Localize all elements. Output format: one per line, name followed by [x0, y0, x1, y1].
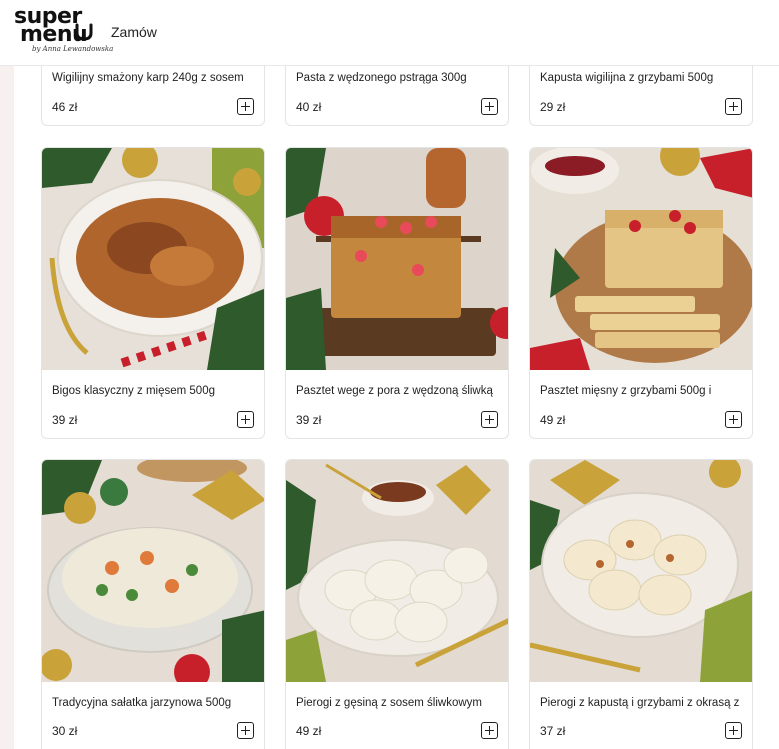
add-to-cart-button[interactable] — [481, 411, 498, 428]
product-price: 39 zł — [52, 413, 78, 427]
product-title: Bigos klasyczny z mięsem 500g — [52, 385, 215, 397]
product-title: Pasta z wędzonego pstrąga 300g — [296, 72, 467, 84]
left-side-strip — [0, 66, 14, 749]
veggie-pate-photo[interactable] — [286, 148, 508, 370]
add-to-cart-button[interactable] — [481, 722, 498, 739]
bigos-dish-photo[interactable] — [42, 148, 264, 370]
product-title: Tradycyjna sałatka jarzynowa 500g — [52, 697, 232, 709]
product-price: 49 zł — [540, 413, 566, 427]
product-card[interactable]: Tradycyjna sałatka jarzynowa 500g 30 zł — [41, 459, 265, 749]
vegetable-salad-photo[interactable] — [42, 460, 264, 682]
product-card[interactable]: Pierogi z kapustą i grzybami z okrasą z … — [529, 459, 753, 749]
product-card[interactable]: Bigos klasyczny z mięsem 500g 39 zł — [41, 147, 265, 439]
add-to-cart-button[interactable] — [237, 411, 254, 428]
add-to-cart-button[interactable] — [725, 411, 742, 428]
logo-signature: by Anna Lewandowska — [32, 45, 114, 53]
product-price: 46 zł — [52, 100, 78, 114]
product-card[interactable]: Pierogi z gęsiną z sosem śliwkowym 49 zł — [285, 459, 509, 749]
product-title: Pierogi z kapustą i grzybami z okrasą z — [540, 697, 740, 709]
add-to-cart-button[interactable] — [725, 722, 742, 739]
product-title: Pierogi z gęsiną z sosem śliwkowym — [296, 697, 482, 709]
product-title: Kapusta wigilijna z grzybami 500g — [540, 72, 714, 84]
product-card[interactable]: Pasztet wege z pora z wędzoną śliwką 39 … — [285, 147, 509, 439]
product-card[interactable]: Pasztet mięsny z grzybami 500g i 49 zł — [529, 147, 753, 439]
product-price: 49 zł — [296, 724, 322, 738]
add-to-cart-button[interactable] — [725, 98, 742, 115]
add-to-cart-button[interactable] — [481, 98, 498, 115]
top-header: super menu by Anna Lewandowska Zamów — [0, 0, 779, 66]
supermenu-logo[interactable]: super menu by Anna Lewandowska — [14, 6, 113, 56]
add-to-cart-button[interactable] — [237, 722, 254, 739]
product-price: 30 zł — [52, 724, 78, 738]
product-title: Pasztet mięsny z grzybami 500g i — [540, 385, 712, 397]
add-to-cart-button[interactable] — [237, 98, 254, 115]
goose-pierogi-photo[interactable] — [286, 460, 508, 682]
product-price: 37 zł — [540, 724, 566, 738]
product-title: Wigilijny smażony karp 240g z sosem — [52, 72, 244, 84]
product-price: 29 zł — [540, 100, 566, 114]
product-title: Pasztet wege z pora z wędzoną śliwką — [296, 385, 493, 397]
nav-order-link[interactable]: Zamów — [111, 24, 157, 40]
logo-smile-icon — [75, 23, 93, 41]
product-price: 40 zł — [296, 100, 322, 114]
cabbage-pierogi-photo[interactable] — [530, 460, 752, 682]
meat-pate-photo[interactable] — [530, 148, 752, 370]
product-price: 39 zł — [296, 413, 322, 427]
